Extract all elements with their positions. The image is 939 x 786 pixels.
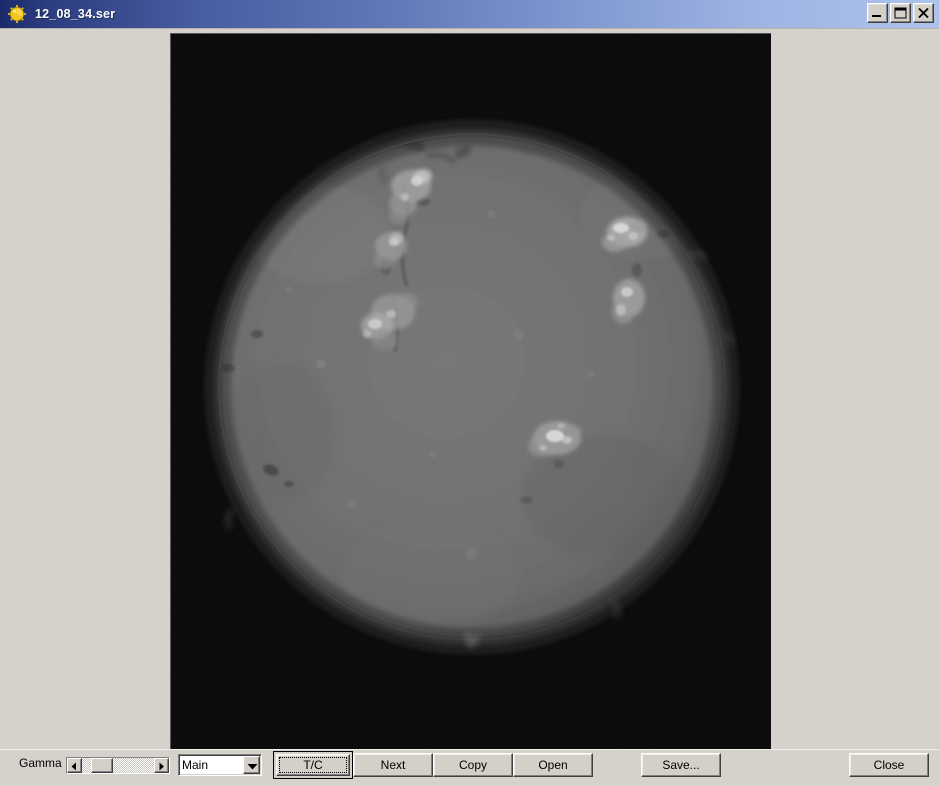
next-button[interactable]: Next — [353, 753, 433, 777]
copy-button[interactable]: Copy — [433, 753, 513, 777]
minimize-button[interactable] — [867, 3, 888, 23]
chevron-down-icon[interactable] — [243, 756, 260, 774]
scroll-left-icon[interactable] — [67, 758, 82, 773]
title-bar: 12_08_34.ser — [0, 0, 939, 29]
tc-button-inner: T/C — [276, 754, 350, 776]
close-button-titlebar[interactable] — [913, 3, 934, 23]
close-button[interactable]: Close — [849, 753, 929, 777]
solar-disk-canvas — [171, 34, 771, 750]
tc-button-label: T/C — [279, 757, 347, 773]
window-controls — [867, 3, 934, 23]
sun-icon — [7, 4, 27, 24]
application-window: 12_08_34.ser Gamma Main T/C Next Copy Op… — [0, 0, 939, 786]
gamma-slider[interactable] — [66, 757, 170, 774]
channel-dropdown[interactable]: Main — [178, 754, 262, 776]
channel-dropdown-value: Main — [182, 758, 209, 772]
maximize-button[interactable] — [890, 3, 911, 23]
open-button[interactable]: Open — [513, 753, 593, 777]
window-title: 12_08_34.ser — [35, 7, 116, 21]
scroll-right-icon[interactable] — [154, 758, 169, 773]
gamma-slider-thumb[interactable] — [91, 758, 113, 773]
save-button[interactable]: Save... — [641, 753, 721, 777]
toolbar-divider — [0, 749, 939, 750]
solar-disk-image[interactable] — [170, 33, 771, 750]
tc-button[interactable]: T/C — [273, 751, 353, 779]
gamma-label: Gamma — [19, 756, 62, 770]
gamma-slider-track[interactable] — [82, 758, 154, 773]
